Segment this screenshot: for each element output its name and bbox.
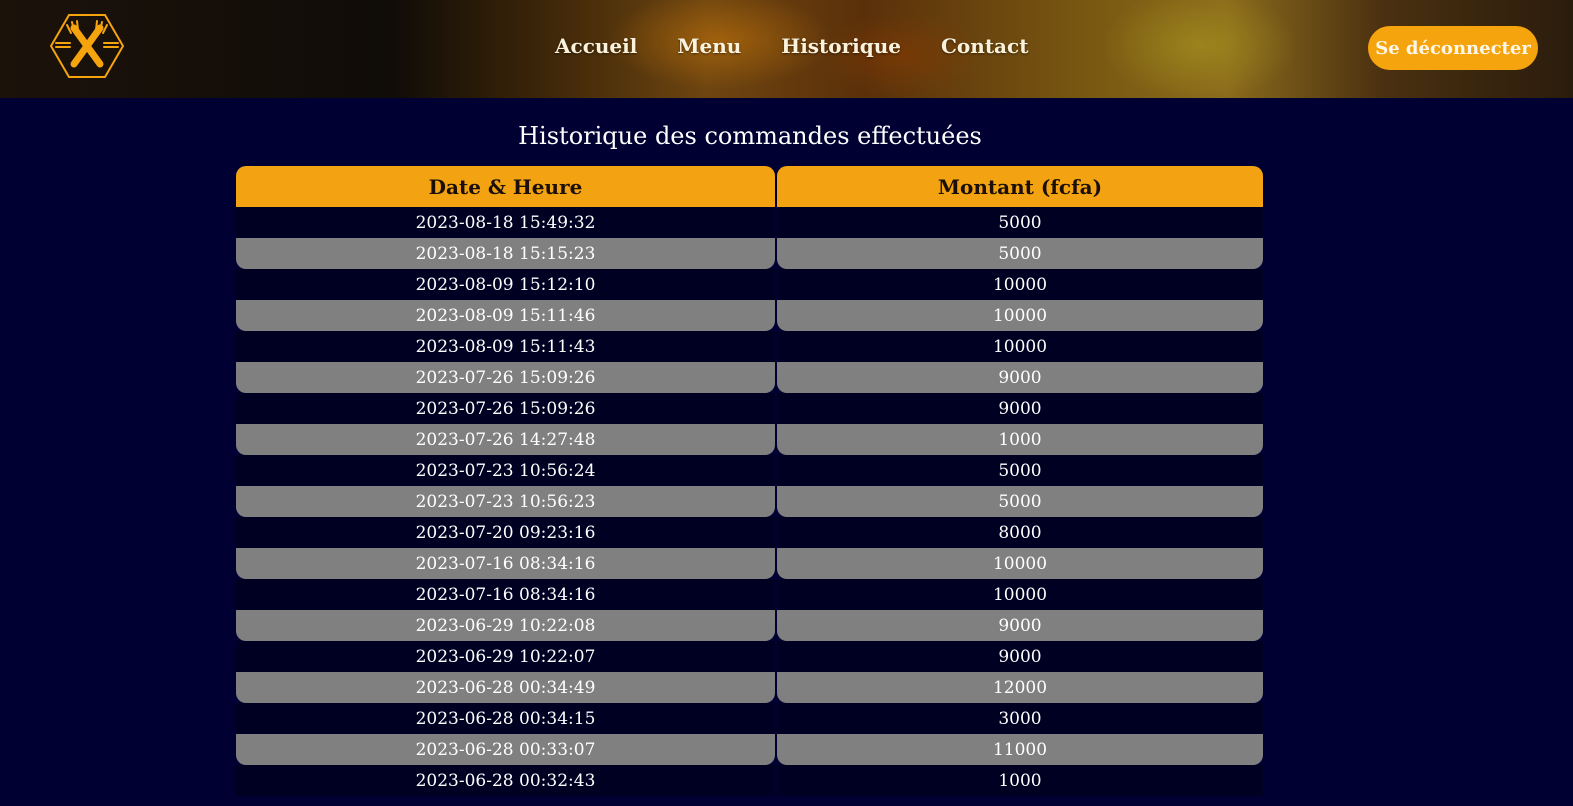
page-title: Historique des commandes effectuées <box>518 122 982 150</box>
cell-date: 2023-06-28 00:34:15 <box>236 703 775 734</box>
cell-date: 2023-07-23 10:56:24 <box>236 455 775 486</box>
logout-button[interactable]: Se déconnecter <box>1368 26 1538 70</box>
cell-date: 2023-07-16 08:34:16 <box>236 548 775 579</box>
cell-date: 2023-08-09 15:11:46 <box>236 300 775 331</box>
cell-date: 2023-08-09 15:12:10 <box>236 269 775 300</box>
header-amount: Montant (fcfa) <box>777 166 1263 207</box>
table-row: 2023-06-28 00:34:15 3000 <box>236 703 1263 734</box>
nav-contact[interactable]: Contact <box>941 34 1028 58</box>
cell-amount: 10000 <box>777 331 1263 362</box>
cell-date: 2023-07-16 08:34:16 <box>236 579 775 610</box>
table-row: 2023-08-18 15:49:32 5000 <box>236 207 1263 238</box>
table-header: Date & Heure Montant (fcfa) <box>236 166 1263 207</box>
cell-amount: 5000 <box>777 207 1263 238</box>
orders-table: Date & Heure Montant (fcfa) 2023-08-18 1… <box>236 166 1263 796</box>
cell-amount: 10000 <box>777 269 1263 300</box>
cell-date: 2023-06-29 10:22:07 <box>236 641 775 672</box>
cell-date: 2023-07-26 15:09:26 <box>236 393 775 424</box>
cell-date: 2023-06-29 10:22:08 <box>236 610 775 641</box>
table-row: 2023-06-29 10:22:08 9000 <box>236 610 1263 641</box>
cell-date: 2023-07-23 10:56:23 <box>236 486 775 517</box>
cell-date: 2023-07-26 15:09:26 <box>236 362 775 393</box>
nav-menu[interactable]: Menu <box>677 34 741 58</box>
table-row: 2023-07-23 10:56:24 5000 <box>236 455 1263 486</box>
cell-amount: 1000 <box>777 424 1263 455</box>
table-row: 2023-06-28 00:33:07 11000 <box>236 734 1263 765</box>
cell-amount: 10000 <box>777 579 1263 610</box>
table-row: 2023-07-23 10:56:23 5000 <box>236 486 1263 517</box>
cell-date: 2023-08-18 15:15:23 <box>236 238 775 269</box>
cell-amount: 9000 <box>777 641 1263 672</box>
table-row: 2023-07-26 15:09:26 9000 <box>236 393 1263 424</box>
table-row: 2023-08-09 15:12:10 10000 <box>236 269 1263 300</box>
nav-accueil[interactable]: Accueil <box>555 34 637 58</box>
cell-amount: 11000 <box>777 734 1263 765</box>
table-row: 2023-07-20 09:23:16 8000 <box>236 517 1263 548</box>
table-row: 2023-06-28 00:34:49 12000 <box>236 672 1263 703</box>
cell-date: 2023-07-26 14:27:48 <box>236 424 775 455</box>
table-row: 2023-08-09 15:11:43 10000 <box>236 331 1263 362</box>
logo-icon[interactable] <box>49 14 125 78</box>
cell-amount: 5000 <box>777 486 1263 517</box>
cell-amount: 10000 <box>777 300 1263 331</box>
cell-amount: 9000 <box>777 610 1263 641</box>
cell-date: 2023-06-28 00:33:07 <box>236 734 775 765</box>
table-row: 2023-08-09 15:11:46 10000 <box>236 300 1263 331</box>
nav-historique[interactable]: Historique <box>781 34 901 58</box>
table-row: 2023-08-18 15:15:23 5000 <box>236 238 1263 269</box>
table-body: 2023-08-18 15:49:32 5000 2023-08-18 15:15:… <box>236 207 1263 796</box>
table-row: 2023-07-26 14:27:48 1000 <box>236 424 1263 455</box>
header: Accueil Menu Historique Contact Se décon… <box>0 0 1573 98</box>
cell-amount: 1000 <box>777 765 1263 796</box>
cell-amount: 10000 <box>777 548 1263 579</box>
table-row: 2023-07-16 08:34:16 10000 <box>236 548 1263 579</box>
cell-date: 2023-08-09 15:11:43 <box>236 331 775 362</box>
cell-amount: 3000 <box>777 703 1263 734</box>
cell-amount: 8000 <box>777 517 1263 548</box>
main-nav: Accueil Menu Historique Contact <box>555 34 1028 58</box>
cell-date: 2023-06-28 00:34:49 <box>236 672 775 703</box>
cell-amount: 9000 <box>777 393 1263 424</box>
cell-amount: 5000 <box>777 455 1263 486</box>
cell-date: 2023-07-20 09:23:16 <box>236 517 775 548</box>
cell-date: 2023-08-18 15:49:32 <box>236 207 775 238</box>
table-row: 2023-07-16 08:34:16 10000 <box>236 579 1263 610</box>
table-row: 2023-07-26 15:09:26 9000 <box>236 362 1263 393</box>
cell-amount: 5000 <box>777 238 1263 269</box>
cell-amount: 9000 <box>777 362 1263 393</box>
cell-date: 2023-06-28 00:32:43 <box>236 765 775 796</box>
table-row: 2023-06-28 00:32:43 1000 <box>236 765 1263 796</box>
table-row: 2023-06-29 10:22:07 9000 <box>236 641 1263 672</box>
header-date: Date & Heure <box>236 166 775 207</box>
cell-amount: 12000 <box>777 672 1263 703</box>
